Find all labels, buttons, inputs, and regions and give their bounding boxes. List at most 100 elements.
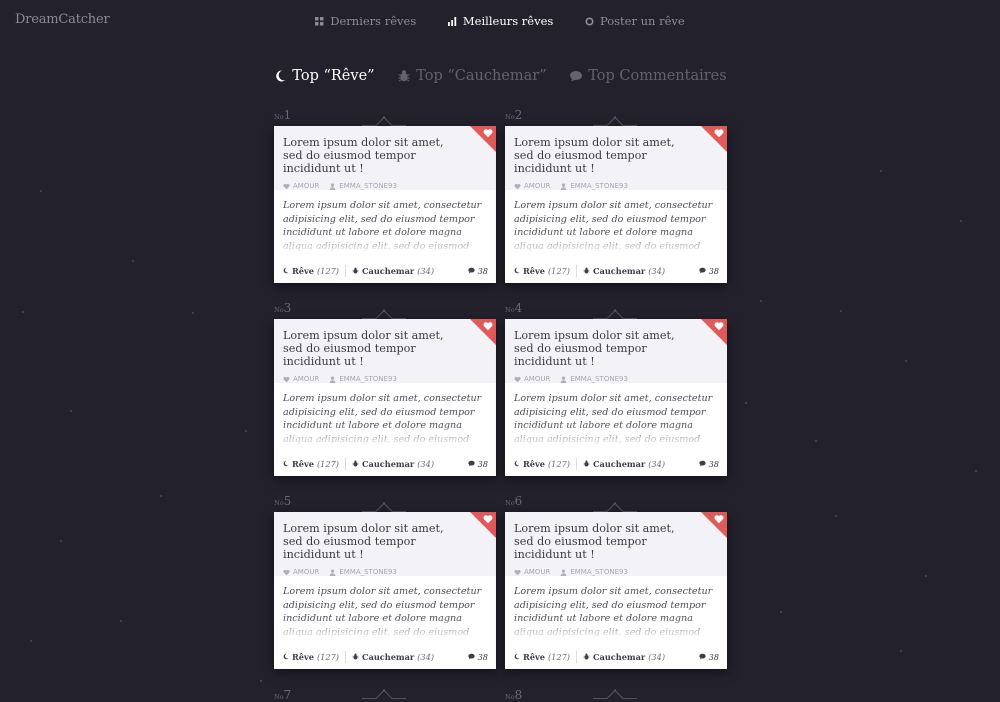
dream-card[interactable]: Lorem ipsum dolor sit amet, sed do eiusm… bbox=[505, 319, 727, 476]
nav-post-dream[interactable]: Poster un rêve bbox=[585, 14, 685, 28]
comment-icon bbox=[467, 267, 475, 274]
bug-icon bbox=[398, 70, 410, 82]
comment-icon bbox=[698, 460, 706, 467]
dream-card[interactable]: Lorem ipsum dolor sit amet, sed do eiusm… bbox=[274, 512, 496, 669]
comment-count[interactable]: 38 bbox=[467, 652, 488, 662]
divider-ornament bbox=[362, 116, 406, 126]
nav-label: Meilleurs rêves bbox=[462, 14, 554, 28]
dream-title[interactable]: Lorem ipsum dolor sit amet, sed do eiusm… bbox=[283, 329, 466, 368]
moon-icon bbox=[283, 653, 289, 660]
moon-icon bbox=[514, 267, 520, 274]
dream-card[interactable]: Lorem ipsum dolor sit amet, sed do eiusm… bbox=[505, 126, 727, 283]
rank-number: No6 bbox=[505, 494, 523, 508]
bug-icon bbox=[352, 267, 359, 274]
favorite-corner[interactable] bbox=[701, 126, 727, 152]
card-meta: AMOUR EMMA_STONE93 bbox=[283, 568, 466, 576]
card-body: Lorem ipsum dolor sit amet, consectetur … bbox=[274, 383, 496, 445]
divider-ornament bbox=[593, 309, 637, 319]
category-tag[interactable]: AMOUR bbox=[283, 182, 319, 190]
dream-title[interactable]: Lorem ipsum dolor sit amet, sed do eiusm… bbox=[514, 522, 697, 561]
category-tag[interactable]: AMOUR bbox=[283, 568, 319, 576]
comment-icon bbox=[698, 267, 706, 274]
bug-icon bbox=[583, 267, 590, 274]
comment-icon bbox=[698, 653, 706, 660]
nav-latest-dreams[interactable]: Derniers rêves bbox=[315, 14, 416, 28]
card-footer: Rêve (127) Cauchemar (34) 38 bbox=[505, 451, 727, 476]
heart-icon bbox=[283, 569, 290, 575]
cauchemar-vote[interactable]: Cauchemar (34) bbox=[352, 652, 434, 662]
reve-vote[interactable]: Rêve (127) bbox=[282, 459, 339, 469]
excerpt-fade bbox=[274, 425, 496, 445]
author-link[interactable]: EMMA_STONE93 bbox=[560, 568, 628, 576]
reve-vote[interactable]: Rêve (127) bbox=[282, 266, 339, 276]
moon-icon bbox=[514, 460, 520, 467]
tab-top-commentaires[interactable]: Top Commentaires bbox=[569, 68, 727, 84]
favorite-corner[interactable] bbox=[701, 319, 727, 345]
author-link[interactable]: EMMA_STONE93 bbox=[560, 375, 628, 383]
tab-top-cauchemar[interactable]: Top “Cauchemar” bbox=[397, 68, 547, 84]
dream-title[interactable]: Lorem ipsum dolor sit amet, sed do eiusm… bbox=[514, 329, 697, 368]
heart-icon bbox=[514, 183, 521, 189]
moon-icon bbox=[514, 653, 520, 660]
heart-icon bbox=[483, 129, 493, 138]
divider-ornament bbox=[593, 689, 637, 699]
card-header: Lorem ipsum dolor sit amet, sed do eiusm… bbox=[274, 126, 496, 190]
author-link[interactable]: EMMA_STONE93 bbox=[329, 182, 397, 190]
dream-title[interactable]: Lorem ipsum dolor sit amet, sed do eiusm… bbox=[283, 522, 466, 561]
reve-vote[interactable]: Rêve (127) bbox=[513, 652, 570, 662]
comment-count[interactable]: 38 bbox=[698, 266, 719, 276]
heart-icon bbox=[514, 376, 521, 382]
moon-icon bbox=[276, 70, 286, 82]
category-tag[interactable]: AMOUR bbox=[283, 375, 319, 383]
divider-ornament bbox=[362, 502, 406, 512]
tab-top-reve[interactable]: Top “Rêve” bbox=[273, 68, 375, 84]
moon-icon bbox=[283, 267, 289, 274]
cauchemar-vote[interactable]: Cauchemar (34) bbox=[583, 266, 665, 276]
favorite-corner[interactable] bbox=[701, 512, 727, 538]
cauchemar-vote[interactable]: Cauchemar (34) bbox=[352, 459, 434, 469]
divider bbox=[345, 264, 347, 277]
dream-title[interactable]: Lorem ipsum dolor sit amet, sed do eiusm… bbox=[283, 136, 466, 175]
favorite-corner[interactable] bbox=[470, 126, 496, 152]
card-footer: Rêve (127) Cauchemar (34) 38 bbox=[505, 644, 727, 669]
moon-icon bbox=[283, 460, 289, 467]
card-meta: AMOUR EMMA_STONE93 bbox=[283, 375, 466, 383]
divider bbox=[576, 457, 578, 470]
reve-vote[interactable]: Rêve (127) bbox=[513, 266, 570, 276]
card-footer: Rêve (127) Cauchemar (34) 38 bbox=[274, 644, 496, 669]
bug-icon bbox=[352, 460, 359, 467]
reve-vote[interactable]: Rêve (127) bbox=[513, 459, 570, 469]
category-tag[interactable]: AMOUR bbox=[514, 568, 550, 576]
card-footer: Rêve (127) Cauchemar (34) 38 bbox=[274, 258, 496, 283]
card-meta: AMOUR EMMA_STONE93 bbox=[514, 182, 697, 190]
category-tag[interactable]: AMOUR bbox=[514, 182, 550, 190]
category-tag[interactable]: AMOUR bbox=[514, 375, 550, 383]
user-icon bbox=[561, 568, 567, 576]
cauchemar-vote[interactable]: Cauchemar (34) bbox=[352, 266, 434, 276]
cauchemar-vote[interactable]: Cauchemar (34) bbox=[583, 652, 665, 662]
comment-count[interactable]: 38 bbox=[467, 459, 488, 469]
bug-icon bbox=[583, 653, 590, 660]
circle-icon bbox=[585, 16, 594, 26]
heart-icon bbox=[483, 515, 493, 524]
main-nav: Derniers rêves Meilleurs rêves Poster un… bbox=[0, 14, 1000, 29]
author-link[interactable]: EMMA_STONE93 bbox=[560, 182, 628, 190]
card-body: Lorem ipsum dolor sit amet, consectetur … bbox=[274, 190, 496, 252]
favorite-corner[interactable] bbox=[470, 319, 496, 345]
divider-ornament bbox=[593, 502, 637, 512]
favorite-corner[interactable] bbox=[470, 512, 496, 538]
heart-icon bbox=[283, 183, 290, 189]
heart-icon bbox=[714, 322, 724, 331]
author-link[interactable]: EMMA_STONE93 bbox=[329, 568, 397, 576]
dream-card[interactable]: Lorem ipsum dolor sit amet, sed do eiusm… bbox=[274, 126, 496, 283]
reve-vote[interactable]: Rêve (127) bbox=[282, 652, 339, 662]
comment-count[interactable]: 38 bbox=[698, 652, 719, 662]
comment-count[interactable]: 38 bbox=[698, 459, 719, 469]
dream-card[interactable]: Lorem ipsum dolor sit amet, sed do eiusm… bbox=[274, 319, 496, 476]
author-link[interactable]: EMMA_STONE93 bbox=[329, 375, 397, 383]
cauchemar-vote[interactable]: Cauchemar (34) bbox=[583, 459, 665, 469]
dream-card[interactable]: Lorem ipsum dolor sit amet, sed do eiusm… bbox=[505, 512, 727, 669]
comment-count[interactable]: 38 bbox=[467, 266, 488, 276]
dream-title[interactable]: Lorem ipsum dolor sit amet, sed do eiusm… bbox=[514, 136, 697, 175]
nav-best-dreams[interactable]: Meilleurs rêves bbox=[447, 14, 554, 28]
